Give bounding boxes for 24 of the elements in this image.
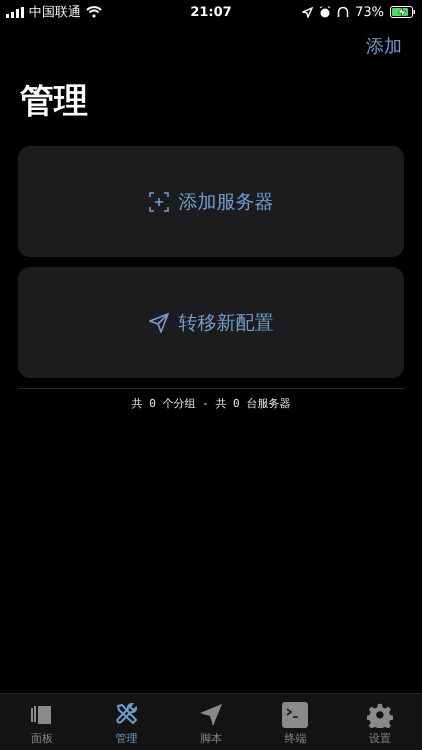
action-card[interactable]: 添加服务器: [18, 146, 404, 257]
wifi-icon: [86, 6, 102, 18]
alarm-clock-icon: [319, 6, 332, 18]
tab-item[interactable]: 脚本: [168, 694, 254, 750]
add-icon: [148, 192, 168, 212]
carrier-name: 中国联通: [29, 4, 81, 21]
clock-time: 21:07: [190, 4, 232, 20]
battery-charging-icon: [390, 6, 416, 18]
settings-icon: [366, 702, 393, 728]
tab-item[interactable]: 设置: [338, 694, 422, 750]
tab-item[interactable]: 终端: [253, 694, 338, 750]
paper-plane-icon: [148, 312, 168, 332]
tab-item[interactable]: 管理: [84, 694, 169, 750]
add-button[interactable]: 添加: [366, 34, 402, 58]
paper-plane-icon: [198, 702, 224, 728]
battery-percentage: 73%: [355, 4, 384, 20]
action-card[interactable]: 转移新配置: [18, 267, 404, 378]
page-title: 管理: [20, 80, 89, 123]
signal-icon: [6, 6, 24, 18]
headphones-icon: [337, 6, 350, 18]
summary-text: 共 0 个分组 - 共 0 台服务器: [130, 396, 292, 411]
terminal-icon: [282, 702, 308, 728]
tab-item[interactable]: 面板: [0, 694, 84, 750]
location-arrow-icon: [302, 6, 314, 18]
